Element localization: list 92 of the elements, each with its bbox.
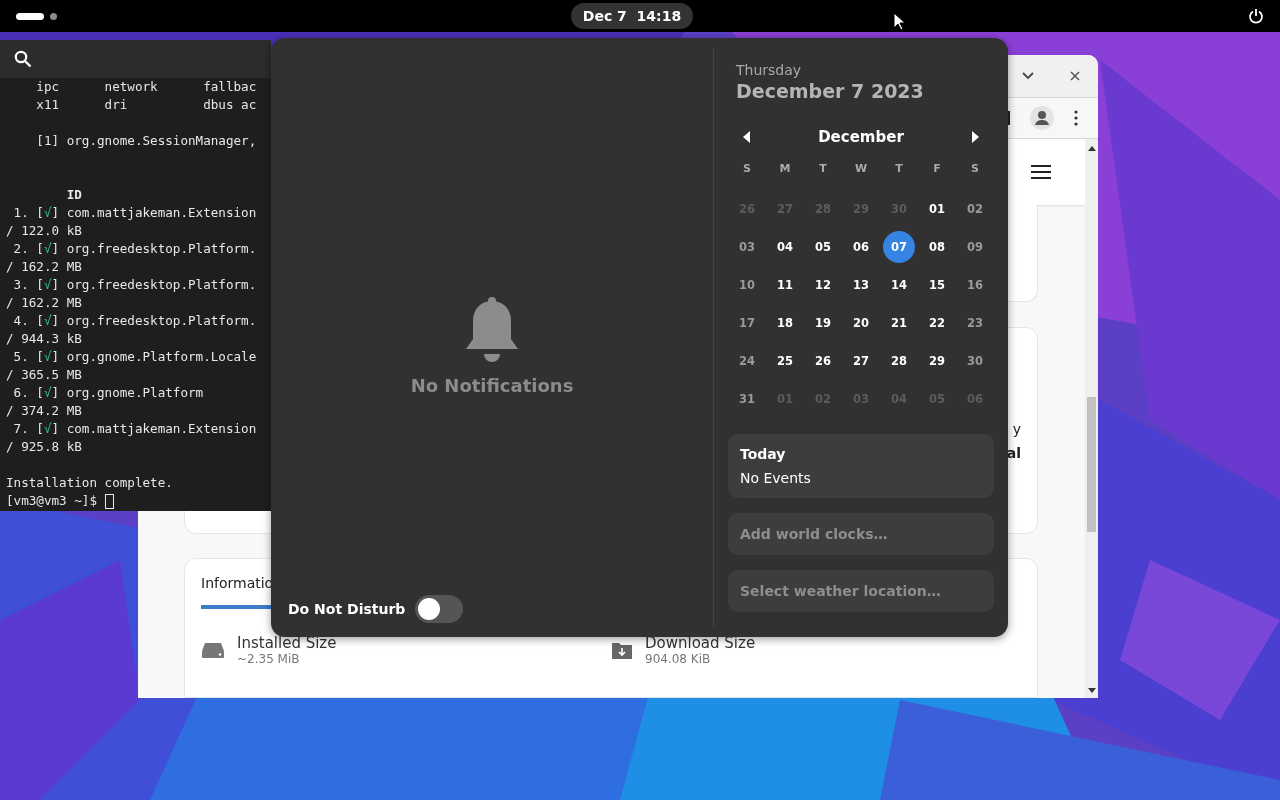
events-text: No Events <box>740 470 812 486</box>
more-icon[interactable] <box>1074 110 1078 126</box>
terminal-prompt: [vm3@vm3 ~]$ <box>6 492 98 510</box>
drive-icon <box>201 641 225 659</box>
empty-state-text: No Notifications <box>410 375 574 396</box>
calendar-day[interactable]: 21 <box>883 307 915 339</box>
calendar-day[interactable]: 30 <box>959 345 991 377</box>
calendar-day[interactable]: 24 <box>731 345 763 377</box>
calendar-day[interactable]: 19 <box>807 307 839 339</box>
calendar-day[interactable]: 29 <box>921 345 953 377</box>
terminal-line: / 365.5 MB <box>6 366 83 384</box>
calendar-day[interactable]: 23 <box>959 307 991 339</box>
scroll-up-icon[interactable] <box>1087 145 1096 151</box>
clock-button[interactable]: Dec 7 14:18 <box>570 3 694 29</box>
weekday-header: W <box>853 160 869 177</box>
previous-month-icon[interactable] <box>743 131 751 143</box>
search-icon[interactable] <box>14 50 32 68</box>
weekday-header: M <box>778 160 792 177</box>
calendar-day[interactable]: 04 <box>769 231 801 263</box>
terminal-line: ipc network fallbac <box>35 78 258 96</box>
calendar-day[interactable]: 08 <box>921 231 953 263</box>
calendar-day[interactable]: 25 <box>769 345 801 377</box>
calendar-day[interactable]: 03 <box>731 231 763 263</box>
month-label: December <box>818 128 904 146</box>
terminal-line: / 122.0 kB <box>6 222 83 240</box>
weather-button[interactable]: Select weather location… <box>728 570 994 612</box>
menu-icon[interactable] <box>1031 165 1051 179</box>
terminal-line: / 162.2 MB <box>6 258 83 276</box>
scrollbar[interactable] <box>1085 139 1098 698</box>
calendar-day[interactable]: 11 <box>769 269 801 301</box>
calendar-day[interactable]: 12 <box>807 269 839 301</box>
close-icon[interactable] <box>1070 71 1080 81</box>
terminal-line: 2. [√] org.freedesktop.Platform. <box>12 240 258 258</box>
heading-fragment: al <box>1006 445 1021 461</box>
avatar-icon[interactable] <box>1030 106 1054 130</box>
terminal-line: x11 dri dbus ac <box>35 96 258 114</box>
calendar-day[interactable]: 17 <box>731 307 763 339</box>
calendar-day[interactable]: 15 <box>921 269 953 301</box>
bell-icon <box>465 297 519 363</box>
next-month-icon[interactable] <box>971 131 979 143</box>
do-not-disturb-label: Do Not Disturb <box>288 601 406 617</box>
workspace-indicator[interactable] <box>16 12 44 20</box>
calendar-day[interactable]: 01 <box>921 193 953 225</box>
events-title: Today <box>740 446 787 462</box>
calendar-day[interactable]: 06 <box>845 231 877 263</box>
workspace-indicator[interactable] <box>50 12 57 20</box>
weekday-header: T <box>818 160 828 177</box>
date-heading: December 7 2023 <box>736 80 925 102</box>
terminal-line: / 925.8 kB <box>6 438 83 456</box>
calendar-day[interactable]: 13 <box>845 269 877 301</box>
terminal-line: / 374.2 MB <box>6 402 83 420</box>
terminal-line: ID <box>65 186 83 204</box>
toggle-switch[interactable] <box>415 595 464 623</box>
download-folder-icon <box>611 641 633 659</box>
terminal-line: [1] org.gnome.SessionManager, <box>35 132 258 150</box>
terminal-line: 5. [√] org.gnome.Platform.Locale <box>12 348 258 366</box>
text-cursor <box>104 493 114 509</box>
weekday-header: S <box>742 160 752 177</box>
terminal-line: 6. [√] org.gnome.Platform <box>12 384 205 402</box>
terminal-line: Installation complete. <box>6 474 174 492</box>
weekday-header: F <box>932 160 942 177</box>
calendar-day[interactable]: 26 <box>807 345 839 377</box>
calendar-day[interactable]: 10 <box>731 269 763 301</box>
world-clocks-button[interactable]: Add world clocks… <box>728 513 994 555</box>
weekday-header: S <box>970 160 980 177</box>
terminal-line: 1. [√] com.mattjakeman.Extension <box>12 204 258 222</box>
terminal-line: 4. [√] org.freedesktop.Platform. <box>12 312 258 330</box>
terminal-line: 3. [√] org.freedesktop.Platform. <box>12 276 258 294</box>
terminal-line: / 162.2 MB <box>6 294 83 312</box>
chevron-down-icon[interactable] <box>1022 72 1034 80</box>
calendar-day[interactable]: 27 <box>845 345 877 377</box>
calendar-day[interactable]: 31 <box>731 383 763 415</box>
calendar-day[interactable]: 28 <box>883 345 915 377</box>
weekday-label: Thursday <box>736 62 803 78</box>
calendar-day[interactable]: 05 <box>807 231 839 263</box>
terminal-line: 7. [√] com.mattjakeman.Extension <box>12 420 258 438</box>
calendar-day[interactable]: 20 <box>845 307 877 339</box>
calendar-day[interactable]: 14 <box>883 269 915 301</box>
weekday-header: T <box>894 160 904 177</box>
terminal-line: / 944.3 kB <box>6 330 83 348</box>
calendar-day[interactable]: 22 <box>921 307 953 339</box>
calendar-day[interactable]: 09 <box>959 231 991 263</box>
calendar-day[interactable]: 16 <box>959 269 991 301</box>
scrollbar-thumb[interactable] <box>1087 397 1096 532</box>
detail-value: ~2.35 MiB <box>237 652 301 666</box>
heading-fragment: y <box>1012 421 1021 437</box>
power-icon[interactable] <box>1248 8 1264 24</box>
detail-value: 904.08 KiB <box>645 652 712 666</box>
calendar-day[interactable]: 18 <box>769 307 801 339</box>
calendar-day[interactable]: 02 <box>959 193 991 225</box>
scroll-down-icon[interactable] <box>1087 688 1096 694</box>
calendar-day[interactable]: 07 <box>883 231 915 263</box>
